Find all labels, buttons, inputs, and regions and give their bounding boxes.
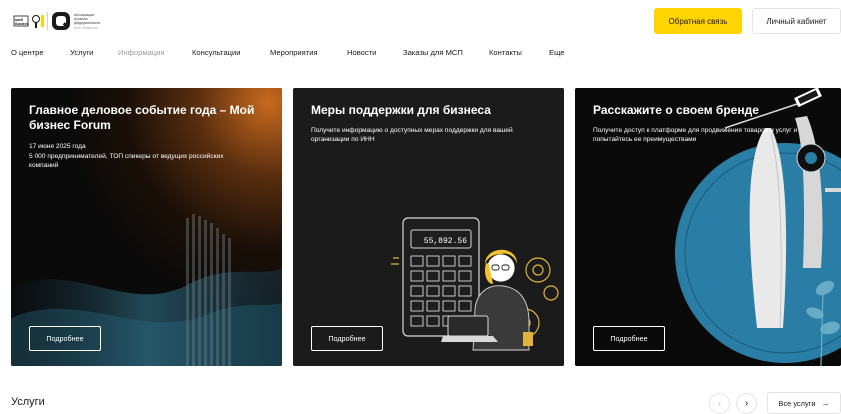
banner-card-support[interactable]: 55,892.56 Меры поддержки для бизнеса Пол… bbox=[293, 88, 564, 366]
organization-name: Ассоциация отрасли федеральности Моя Раз… bbox=[74, 13, 110, 30]
arrow-right-icon: → bbox=[821, 398, 830, 408]
services-section-title: Услуги bbox=[11, 396, 45, 408]
organization-logo-icon[interactable] bbox=[51, 11, 71, 31]
card-title: Главное деловое событие года – Мой бизне… bbox=[29, 103, 255, 132]
all-services-link[interactable]: Все услуги → bbox=[767, 392, 841, 414]
nav-item-about[interactable]: О центре bbox=[11, 48, 44, 57]
moi-biznes-logo[interactable]: мой бизнес bbox=[12, 9, 46, 33]
card-date: 17 июня 2025 года bbox=[29, 143, 86, 150]
logo-divider bbox=[47, 12, 48, 30]
nav-item-consultations[interactable]: Консультации bbox=[192, 48, 241, 57]
card-title: Расскажите о своем бренде bbox=[593, 103, 759, 117]
nav-item-more[interactable]: Еще bbox=[549, 48, 564, 57]
nav-item-services[interactable]: Услуги bbox=[70, 48, 93, 57]
personal-cabinet-button[interactable]: Личный кабинет bbox=[752, 8, 841, 34]
main-nav: О центре Услуги Информация Консультации … bbox=[0, 48, 841, 62]
details-button[interactable]: Подробнее bbox=[29, 326, 101, 351]
header: мой бизнес Ассоциация отрасли федерально… bbox=[0, 0, 841, 44]
card-description: 5 000 предпринимателей, ТОП спикеры от в… bbox=[29, 153, 224, 170]
carousel-next-button[interactable]: › bbox=[736, 393, 757, 414]
details-button[interactable]: Подробнее bbox=[593, 326, 665, 351]
nav-item-sme-orders[interactable]: Заказы для МСП bbox=[403, 48, 463, 57]
svg-text:бизнес: бизнес bbox=[15, 21, 30, 26]
all-services-label: Все услуги bbox=[778, 398, 816, 408]
banner-card-forum[interactable]: Главное деловое событие года – Мой бизне… bbox=[11, 88, 282, 366]
org-subline: Моя Разметка bbox=[74, 25, 98, 30]
calculator-display: 55,892.56 bbox=[424, 237, 467, 246]
chevron-left-icon: ‹ bbox=[717, 398, 722, 409]
feedback-button[interactable]: Обратная связь bbox=[654, 8, 742, 34]
carousel-prev-button[interactable]: ‹ bbox=[709, 393, 730, 414]
details-button[interactable]: Подробнее bbox=[311, 326, 383, 351]
card-title: Меры поддержки для бизнеса bbox=[311, 103, 491, 117]
banner-card-brand[interactable]: Расскажите о своем бренде Получите досту… bbox=[575, 88, 841, 366]
nav-item-information[interactable]: Информация bbox=[118, 48, 165, 57]
card-description: Получите доступ к платформе для продвиже… bbox=[593, 127, 798, 144]
nav-item-events[interactable]: Мероприятия bbox=[270, 48, 318, 57]
nav-item-news[interactable]: Новости bbox=[347, 48, 376, 57]
card-description: Получите информацию о доступных мерах по… bbox=[311, 127, 513, 144]
chevron-right-icon: › bbox=[744, 398, 749, 409]
nav-item-contacts[interactable]: Контакты bbox=[489, 48, 522, 57]
